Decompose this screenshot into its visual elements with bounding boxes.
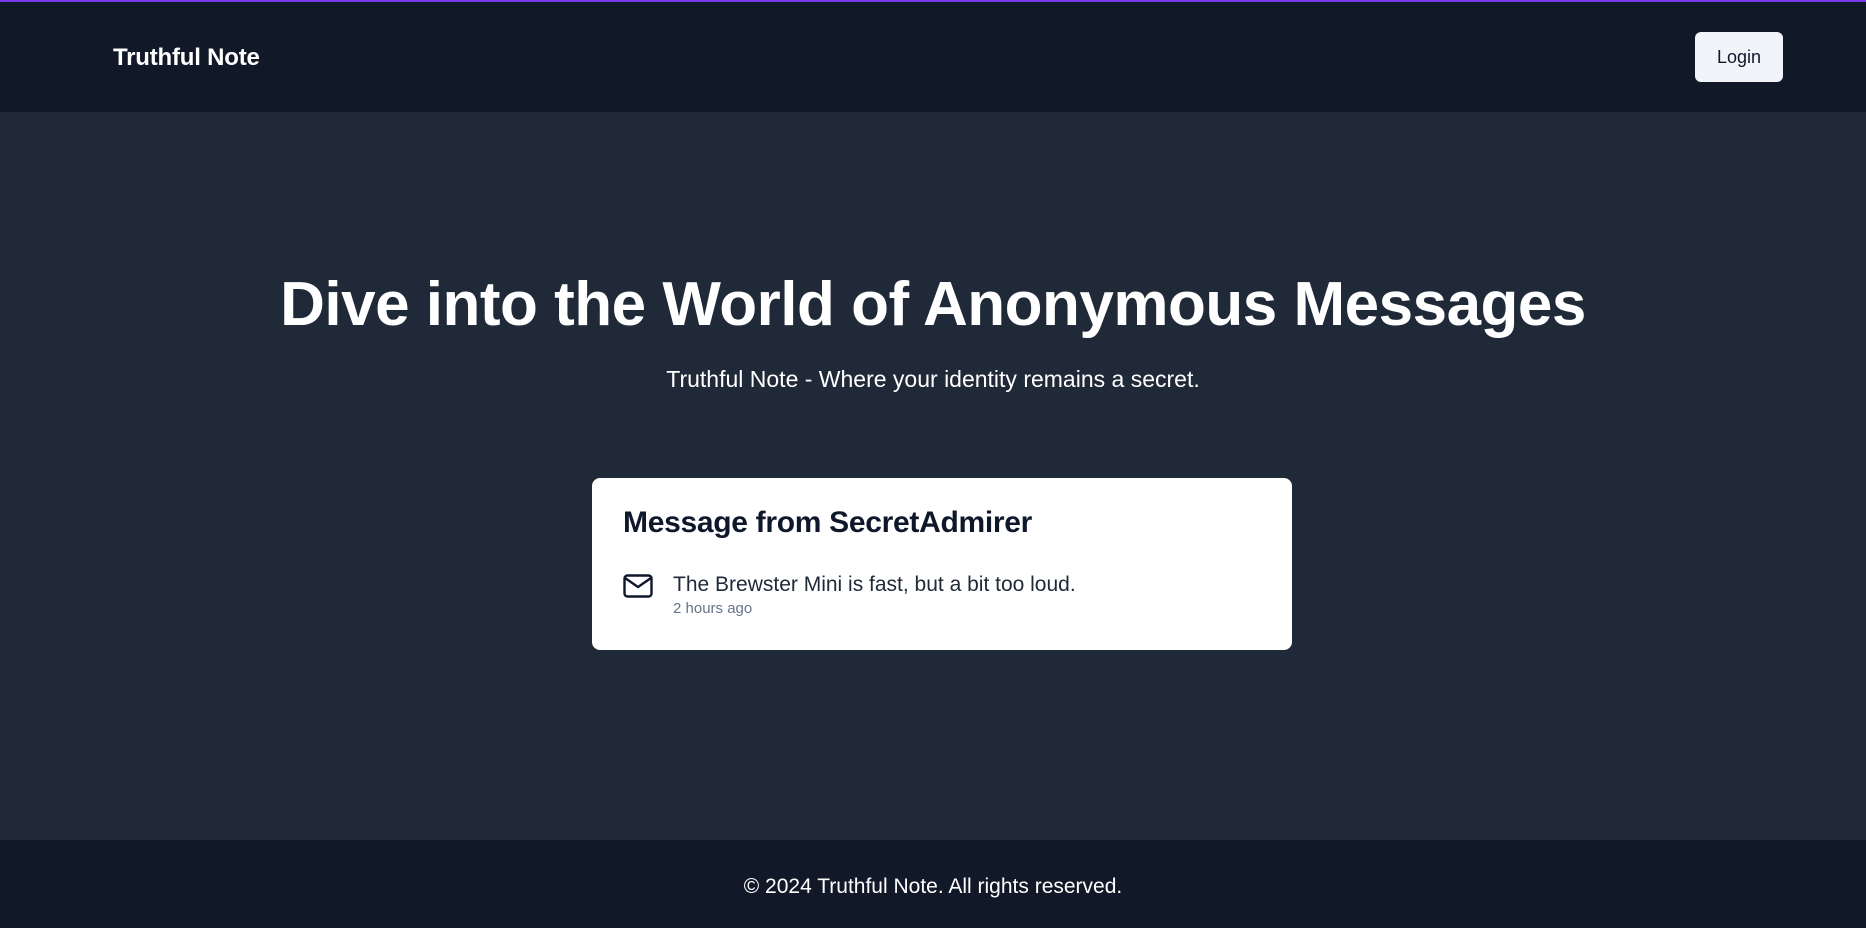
site-footer: © 2024 Truthful Note. All rights reserve… <box>0 840 1866 928</box>
site-header: Truthful Note Login <box>0 2 1866 112</box>
mail-icon <box>623 574 653 598</box>
main-content: Dive into the World of Anonymous Message… <box>0 112 1866 840</box>
hero-title: Dive into the World of Anonymous Message… <box>280 270 1586 339</box>
login-button[interactable]: Login <box>1695 32 1783 82</box>
message-content: The Brewster Mini is fast, but a bit too… <box>673 573 1076 596</box>
message-card-title: Message from SecretAdmirer <box>623 506 1033 539</box>
hero-subtitle: Truthful Note - Where your identity rema… <box>666 366 1200 392</box>
brand-logo[interactable]: Truthful Note <box>113 44 260 72</box>
message-card: Message from SecretAdmirer The Brewster … <box>592 478 1292 650</box>
copyright-text: © 2024 Truthful Note. All rights reserve… <box>743 875 1123 898</box>
message-timestamp: 2 hours ago <box>673 600 753 617</box>
